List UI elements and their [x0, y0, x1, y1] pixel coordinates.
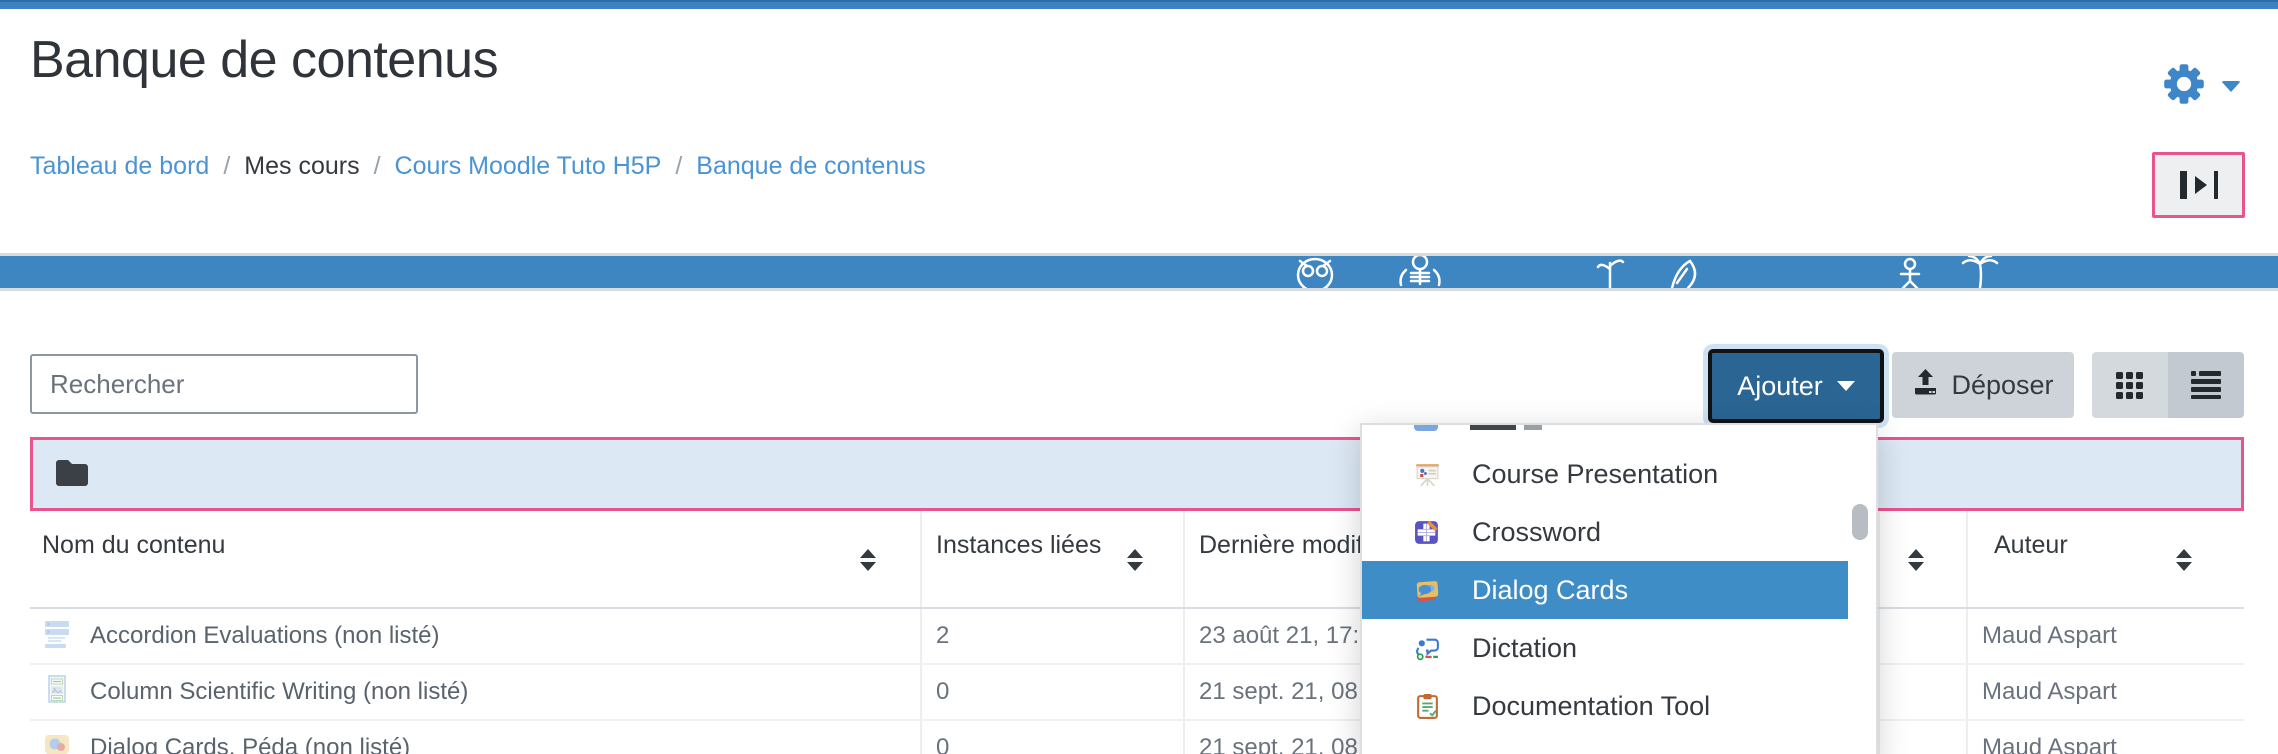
menu-item-crossword[interactable]: Crossword	[1362, 503, 1848, 561]
settings-gear-button[interactable]	[2162, 62, 2241, 111]
folder-icon	[55, 457, 89, 492]
breadcrumb-separator: /	[675, 152, 682, 181]
documentation-tool-icon	[1414, 693, 1441, 720]
open-drawer-button[interactable]	[2152, 152, 2245, 218]
caret-down-icon	[1837, 381, 1855, 391]
breadcrumb-separator: /	[223, 152, 230, 181]
table-row: Column Scientific Writing (non listé) 0 …	[30, 665, 2244, 721]
dialog-cards-pale-icon	[42, 730, 72, 754]
dialog-cards-icon	[1414, 577, 1441, 604]
list-view-icon	[2191, 369, 2221, 402]
table-row: Accordion Evaluations (non listé) 2 23 a…	[30, 609, 2244, 665]
view-toggle-group	[2092, 352, 2244, 418]
sort-icon[interactable]	[1127, 549, 1143, 571]
breadcrumb-content-bank[interactable]: Banque de contenus	[696, 152, 925, 181]
column-header-hidden[interactable]	[1878, 511, 1966, 607]
breadcrumb-course[interactable]: Cours Moodle Tuto H5P	[395, 152, 662, 181]
breadcrumb-separator: /	[374, 152, 381, 181]
content-name-link[interactable]: Column Scientific Writing (non listé)	[30, 665, 920, 719]
menu-item-partial	[1362, 425, 1876, 445]
column-header-author[interactable]: Auteur	[1966, 511, 2244, 607]
table-row: Dialog Cards, Péda (non listé) 0 21 sept…	[30, 721, 2244, 754]
menu-item-dictation[interactable]: Dictation	[1362, 619, 1848, 677]
table-header-row: Nom du contenu Instances liées Dernière …	[30, 511, 2244, 609]
upload-button[interactable]: Déposer	[1892, 352, 2074, 418]
sort-icon[interactable]	[2176, 549, 2192, 571]
breadcrumb-my-courses: Mes cours	[244, 152, 359, 181]
column-header-name[interactable]: Nom du contenu	[30, 511, 920, 607]
instances-count: 0	[920, 721, 1183, 754]
breadcrumb-dashboard[interactable]: Tableau de bord	[30, 152, 209, 181]
menu-scrollbar-thumb[interactable]	[1852, 504, 1868, 540]
crossword-icon	[1414, 519, 1441, 546]
upload-icon	[1912, 368, 1939, 402]
course-presentation-icon	[1414, 461, 1441, 488]
sort-icon[interactable]	[1908, 549, 1924, 571]
author-name: Maud Aspart	[1966, 665, 2244, 719]
grid-view-button[interactable]	[2092, 352, 2168, 418]
banner-doodles	[0, 256, 2278, 288]
chevron-down-icon	[2221, 81, 2241, 92]
upload-button-label: Déposer	[1951, 370, 2053, 401]
parent-folder-row[interactable]	[30, 437, 2244, 511]
accordion-icon	[42, 618, 72, 655]
content-name-link[interactable]: Dialog Cards, Péda (non listé)	[30, 721, 920, 754]
content-name-link[interactable]: Accordion Evaluations (non listé)	[30, 609, 920, 663]
menu-item-documentation-tool[interactable]: Documentation Tool	[1362, 677, 1848, 735]
author-name: Maud Aspart	[1966, 609, 2244, 663]
add-button[interactable]: Ajouter	[1708, 349, 1884, 423]
top-accent-bar	[0, 0, 2278, 9]
menu-item-course-presentation[interactable]: Course Presentation	[1362, 445, 1848, 503]
author-name: Maud Aspart	[1966, 721, 2244, 754]
column-header-instances[interactable]: Instances liées	[920, 511, 1183, 607]
page-title: Banque de contenus	[30, 30, 498, 90]
table-body: Accordion Evaluations (non listé) 2 23 a…	[30, 609, 2244, 754]
sort-icon[interactable]	[860, 549, 876, 571]
list-view-button[interactable]	[2168, 352, 2244, 418]
drawer-toggle-icon	[2180, 171, 2187, 199]
breadcrumb: Tableau de bord / Mes cours / Cours Mood…	[30, 152, 926, 181]
search-input[interactable]	[30, 354, 418, 414]
grid-view-icon	[2115, 369, 2145, 402]
content-table: Nom du contenu Instances liées Dernière …	[30, 511, 2244, 754]
content-bank-page: Banque de contenus Tableau de bord / Mes…	[0, 0, 2278, 754]
instances-count: 2	[920, 609, 1183, 663]
add-content-type-menu: Course Presentation Crossword	[1360, 423, 1878, 754]
gear-icon	[2162, 62, 2206, 111]
instances-count: 0	[920, 665, 1183, 719]
menu-item-dialog-cards[interactable]: Dialog Cards	[1362, 561, 1848, 619]
dictation-icon	[1414, 635, 1441, 662]
add-button-label: Ajouter	[1737, 371, 1823, 402]
column-icon	[42, 674, 72, 711]
course-banner	[0, 253, 2278, 291]
